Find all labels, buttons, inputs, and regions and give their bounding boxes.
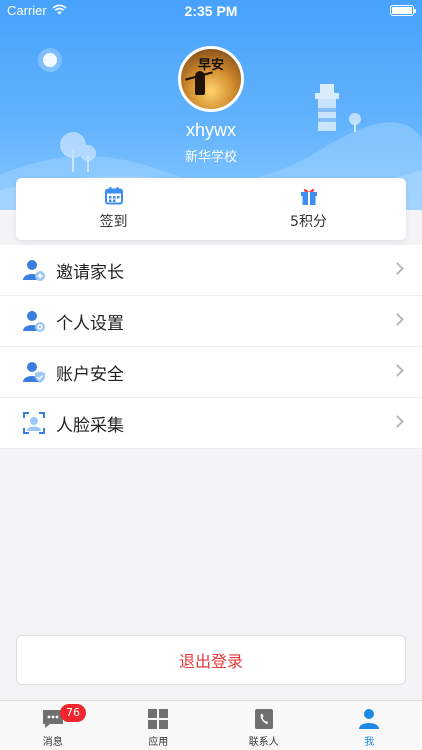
menu-item-label: 邀请家长 — [56, 262, 124, 283]
contacts-icon — [254, 709, 273, 729]
clock: 2:35 PM — [184, 3, 238, 19]
logout-button[interactable]: 退出登录 — [16, 635, 406, 685]
avatar-text: 早安 — [197, 58, 224, 73]
apps-grid-icon — [148, 709, 169, 729]
school-name: 新华学校 — [184, 150, 237, 165]
avatar-figure — [195, 71, 205, 95]
face-capture-icon — [23, 412, 45, 434]
menu-item-label: 个人设置 — [56, 313, 124, 334]
chevron-right-icon — [391, 415, 404, 428]
avatar[interactable]: 早安 — [178, 46, 244, 112]
invite-parent-icon — [23, 260, 45, 281]
menu-item-face-capture[interactable]: 人脸采集 — [0, 398, 422, 449]
menu-item-label: 人脸采集 — [56, 415, 124, 436]
tab-label: 我 — [364, 737, 375, 748]
gift-icon — [300, 188, 317, 205]
username: xhywx — [185, 120, 236, 140]
battery-icon — [390, 5, 416, 16]
tab-label: 联系人 — [248, 737, 279, 748]
chevron-right-icon — [391, 364, 404, 377]
settings-menu: 邀请家长 个人设置 账户安全 人脸采集 — [0, 245, 422, 449]
chevron-right-icon — [391, 313, 404, 326]
chevron-right-icon — [391, 262, 404, 275]
menu-item-account-security[interactable]: 账户安全 — [0, 347, 422, 398]
tab-label: 应用 — [148, 737, 169, 748]
checkin-label: 签到 — [99, 214, 128, 230]
bottom-tab-bar: 76 消息 应用 联系人 我 — [0, 700, 422, 750]
unread-badge: 76 — [60, 704, 86, 722]
status-bar: Carrier 2:35 PM — [0, 0, 422, 22]
me-icon — [359, 709, 380, 729]
person-settings-icon — [23, 311, 45, 332]
account-security-icon — [23, 362, 45, 383]
calendar-icon — [104, 187, 123, 205]
points-button[interactable]: 5积分 — [211, 178, 406, 240]
checkin-button[interactable]: 签到 — [16, 178, 211, 240]
quick-actions-card: 签到 5积分 — [16, 178, 406, 240]
tab-label: 消息 — [42, 737, 63, 748]
menu-item-label: 账户安全 — [56, 364, 124, 385]
menu-item-invite-parent[interactable]: 邀请家长 — [0, 245, 422, 296]
tab-me[interactable]: 我 — [317, 701, 422, 750]
points-label: 5积分 — [290, 214, 327, 230]
tab-messages[interactable]: 76 消息 — [0, 701, 106, 750]
menu-item-personal-settings[interactable]: 个人设置 — [0, 296, 422, 347]
tab-apps[interactable]: 应用 — [106, 701, 212, 750]
tab-contacts[interactable]: 联系人 — [211, 701, 317, 750]
